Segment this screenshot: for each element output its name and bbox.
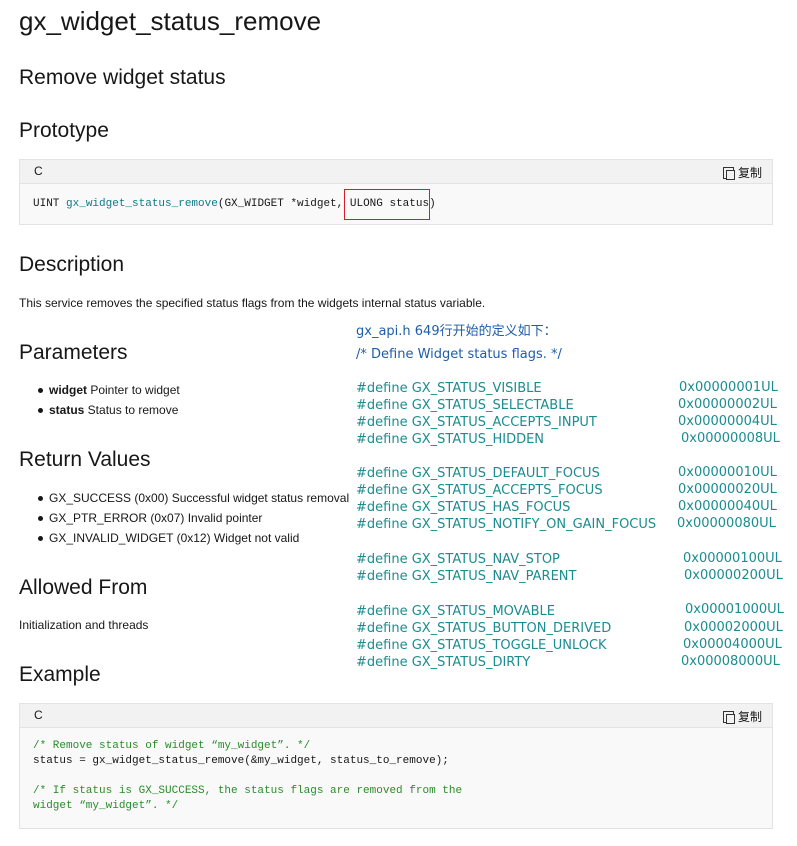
code-header: C 复制 [20, 160, 772, 184]
list-item: GX_SUCCESS (0x00) Successful widget stat… [19, 488, 349, 508]
define-name: #define GX_STATUS_NOTIFY_ON_GAIN_FOCUS [356, 517, 657, 532]
args-part-c: ) [429, 198, 436, 210]
define-value: 0x00000008UL [681, 431, 780, 446]
parameters-heading: Parameters [19, 341, 128, 364]
code-line: status = gx_widget_status_remove(&my_wid… [33, 755, 449, 767]
description-heading: Description [19, 253, 125, 276]
define-value: 0x00004000UL [683, 637, 782, 652]
copy-icon [722, 166, 735, 180]
define-value: 0x00000040UL [678, 499, 777, 514]
code-language-label: C [34, 164, 43, 178]
example-heading: Example [19, 663, 101, 686]
define-value: 0x00000004UL [678, 414, 777, 429]
copy-icon [722, 710, 735, 724]
prototype-heading: Prototype [19, 119, 109, 142]
args-part-a: (GX_WIDGET *widget, [217, 198, 350, 210]
define-name: #define GX_STATUS_MOVABLE [356, 604, 556, 619]
list-item: status Status to remove [19, 400, 180, 420]
define-value: 0x00000010UL [678, 465, 777, 480]
define-name: #define GX_STATUS_NAV_STOP [356, 552, 560, 567]
define-value: 0x00000002UL [678, 397, 777, 412]
define-value: 0x00002000UL [684, 620, 783, 635]
return-values-heading: Return Values [19, 448, 151, 471]
return-values-list: GX_SUCCESS (0x00) Successful widget stat… [19, 488, 349, 548]
return-type: UINT [33, 198, 67, 210]
overlay-comment: /* Define Widget status flags. */ [356, 347, 562, 362]
define-name: #define GX_STATUS_HIDDEN [356, 432, 545, 447]
copy-button-label: 复制 [737, 166, 762, 180]
define-name: #define GX_STATUS_DEFAULT_FOCUS [356, 466, 600, 481]
define-name: #define GX_STATUS_VISIBLE [356, 381, 542, 396]
example-code: /* Remove status of widget “my_widget”. … [33, 740, 462, 815]
page-subtitle: Remove widget status [19, 66, 226, 89]
list-item: widget Pointer to widget [19, 380, 180, 400]
define-name: #define GX_STATUS_SELECTABLE [356, 398, 574, 413]
define-value: 0x00000020UL [678, 482, 777, 497]
define-name: #define GX_STATUS_DIRTY [356, 655, 531, 670]
allowed-from-heading: Allowed From [19, 576, 148, 599]
define-name: #define GX_STATUS_TOGGLE_UNLOCK [356, 638, 607, 653]
define-value: 0x00000100UL [683, 551, 782, 566]
code-header: C 复制 [20, 704, 772, 728]
parameters-list: widget Pointer to widget status Status t… [19, 380, 180, 420]
define-name: #define GX_STATUS_HAS_FOCUS [356, 500, 571, 515]
allowed-from-text: Initialization and threads [19, 618, 149, 632]
code-line: /* Remove status of widget “my_widget”. … [33, 740, 311, 752]
define-name: #define GX_STATUS_ACCEPTS_FOCUS [356, 483, 603, 498]
define-name: #define GX_STATUS_ACCEPTS_INPUT [356, 415, 597, 430]
define-value: 0x00000080UL [677, 516, 776, 531]
define-value: 0x00000200UL [684, 568, 783, 583]
define-value: 0x00000001UL [679, 380, 778, 395]
highlight-box [344, 189, 430, 220]
code-line: /* If status is GX_SUCCESS, the status f… [33, 785, 463, 797]
define-value: 0x00008000UL [681, 654, 780, 669]
copy-button[interactable]: 复制 [722, 708, 762, 725]
function-link[interactable]: gx_widget_status_remove [66, 198, 218, 210]
define-name: #define GX_STATUS_NAV_PARENT [356, 569, 577, 584]
example-code-block: C 复制 /* Remove status of widget “my_widg… [19, 703, 773, 829]
list-item: GX_INVALID_WIDGET (0x12) Widget not vali… [19, 528, 349, 548]
code-line: widget “my_widget”. */ [33, 800, 179, 812]
copy-button-label: 复制 [737, 710, 762, 724]
copy-button[interactable]: 复制 [722, 164, 762, 181]
description-text: This service removes the specified statu… [19, 296, 486, 310]
code-language-label: C [34, 708, 43, 722]
page-title: gx_widget_status_remove [19, 6, 322, 36]
list-item: GX_PTR_ERROR (0x07) Invalid pointer [19, 508, 349, 528]
define-value: 0x00001000UL [685, 602, 784, 617]
overlay-header: gx_api.h 649行开始的定义如下： [356, 324, 557, 339]
define-name: #define GX_STATUS_BUTTON_DERIVED [356, 621, 612, 636]
